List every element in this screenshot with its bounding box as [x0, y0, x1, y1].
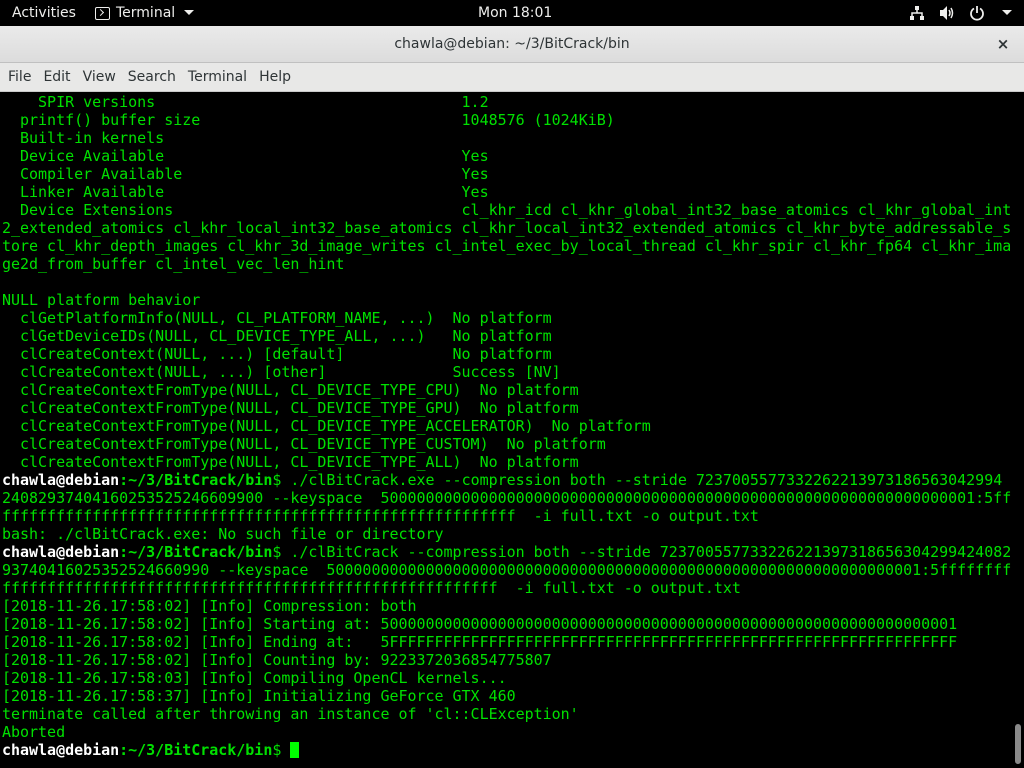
terminal-line: Device Extensions cl_khr_icd cl_khr_glob…	[2, 201, 1012, 219]
chevron-down-icon	[1002, 9, 1012, 15]
error-line: bash: ./clBitCrack.exe: No such file or …	[2, 525, 444, 543]
close-icon[interactable]: ×	[994, 35, 1012, 53]
command-text: ./clBitCrack --compression both --stride…	[290, 543, 1012, 561]
prompt-sep: $	[272, 471, 291, 489]
scrollbar-thumb[interactable]	[1015, 724, 1021, 764]
terminal-line: NULL platform behavior	[2, 291, 201, 309]
window-title: chawla@debian: ~/3/BitCrack/bin	[394, 36, 630, 52]
menubar: File Edit View Search Terminal Help	[0, 63, 1024, 92]
terminal-view[interactable]: SPIR versions 1.2 printf() buffer size 1…	[0, 92, 1012, 768]
terminal-line: clCreateContext(NULL, ...) [other] Succe…	[2, 363, 561, 381]
app-menu-button[interactable]: Terminal	[95, 0, 195, 26]
menu-view[interactable]: View	[77, 63, 122, 92]
command-continuation: ffffffffffffffffffffffffffffffffffffffff…	[2, 579, 741, 597]
terminal-line: 2_extended_atomics cl_khr_local_int32_ba…	[2, 219, 1012, 237]
menu-help[interactable]: Help	[253, 63, 297, 92]
command-line: chawla@debian:~/3/BitCrack/bin$ ./clBitC…	[2, 471, 1012, 489]
prompt-path: :~/3/BitCrack/bin	[119, 741, 273, 759]
menu-file[interactable]: File	[2, 63, 37, 92]
system-status-area[interactable]	[909, 0, 1012, 26]
terminal-line: ge2d_from_buffer cl_intel_vec_len_hint	[2, 255, 345, 273]
log-line: terminate called after throwing an insta…	[2, 705, 579, 723]
terminal-scrollbar[interactable]	[1012, 92, 1024, 768]
command-continuation: 24082937404160253525246609900 --keyspace…	[2, 489, 1012, 507]
prompt-user: chawla@debian	[2, 543, 120, 561]
menu-search[interactable]: Search	[122, 63, 182, 92]
network-icon	[910, 6, 924, 20]
volume-icon	[940, 6, 954, 20]
terminal-line: clCreateContextFromType(NULL, CL_DEVICE_…	[2, 381, 579, 399]
command-continuation: ffffffffffffffffffffffffffffffffffffffff…	[2, 507, 759, 525]
current-prompt-line[interactable]: chawla@debian:~/3/BitCrack/bin$	[2, 741, 1012, 759]
chevron-down-icon	[184, 9, 195, 15]
terminal-line: clCreateContext(NULL, ...) [default] No …	[2, 345, 552, 363]
prompt-sep: $	[272, 543, 291, 561]
power-icon	[970, 6, 984, 21]
menu-terminal[interactable]: Terminal	[182, 63, 253, 92]
prompt-sep: $	[272, 741, 291, 759]
log-line: [2018-11-26.17:58:37] [Info] Initializin…	[2, 687, 516, 705]
terminal-line: clCreateContextFromType(NULL, CL_DEVICE_…	[2, 417, 651, 435]
terminal-line: clGetPlatformInfo(NULL, CL_PLATFORM_NAME…	[2, 309, 552, 327]
terminal-line: Device Available Yes	[2, 147, 489, 165]
prompt-path: :~/3/BitCrack/bin	[119, 543, 273, 561]
activities-button[interactable]: Activities	[12, 0, 76, 26]
terminal-icon	[95, 6, 110, 20]
log-line: [2018-11-26.17:58:02] [Info] Starting at…	[2, 615, 958, 633]
terminal-line: Built-in kernels	[2, 129, 165, 147]
terminal-line: SPIR versions 1.2	[2, 93, 489, 111]
log-line: Aborted	[2, 723, 66, 741]
terminal-output: SPIR versions 1.2 printf() buffer size 1…	[2, 93, 1012, 759]
command-text: ./clBitCrack.exe --compression both --st…	[290, 471, 1003, 489]
prompt-user: chawla@debian	[2, 741, 120, 759]
window-titlebar[interactable]: chawla@debian: ~/3/BitCrack/bin ×	[0, 26, 1024, 63]
log-line: [2018-11-26.17:58:02] [Info] Counting by…	[2, 651, 552, 669]
terminal-line: Compiler Available Yes	[2, 165, 489, 183]
terminal-line: clCreateContextFromType(NULL, CL_DEVICE_…	[2, 399, 579, 417]
gnome-top-bar: Activities Terminal Mon 18:01	[0, 0, 1024, 26]
terminal-line: Linker Available Yes	[2, 183, 489, 201]
terminal-line: clGetDeviceIDs(NULL, CL_DEVICE_TYPE_ALL,…	[2, 327, 552, 345]
prompt-path: :~/3/BitCrack/bin	[119, 471, 273, 489]
terminal-line: clCreateContextFromType(NULL, CL_DEVICE_…	[2, 453, 579, 471]
command-continuation: 93740416025352524660990 --keyspace 50000…	[2, 561, 1012, 579]
text-cursor	[290, 742, 300, 758]
terminal-line: clCreateContextFromType(NULL, CL_DEVICE_…	[2, 435, 606, 453]
log-line: [2018-11-26.17:58:02] [Info] Ending at: …	[2, 633, 958, 651]
command-line: chawla@debian:~/3/BitCrack/bin$ ./clBitC…	[2, 543, 1012, 561]
terminal-line: tore cl_khr_depth_images cl_khr_3d_image…	[2, 237, 1012, 255]
log-line: [2018-11-26.17:58:02] [Info] Compression…	[2, 597, 417, 615]
log-line: [2018-11-26.17:58:03] [Info] Compiling O…	[2, 669, 507, 687]
clock[interactable]: Mon 18:01	[478, 0, 552, 26]
prompt-user: chawla@debian	[2, 471, 120, 489]
menu-edit[interactable]: Edit	[37, 63, 76, 92]
terminal-line: printf() buffer size 1048576 (1024KiB)	[2, 111, 615, 129]
app-menu-label: Terminal	[116, 5, 176, 21]
